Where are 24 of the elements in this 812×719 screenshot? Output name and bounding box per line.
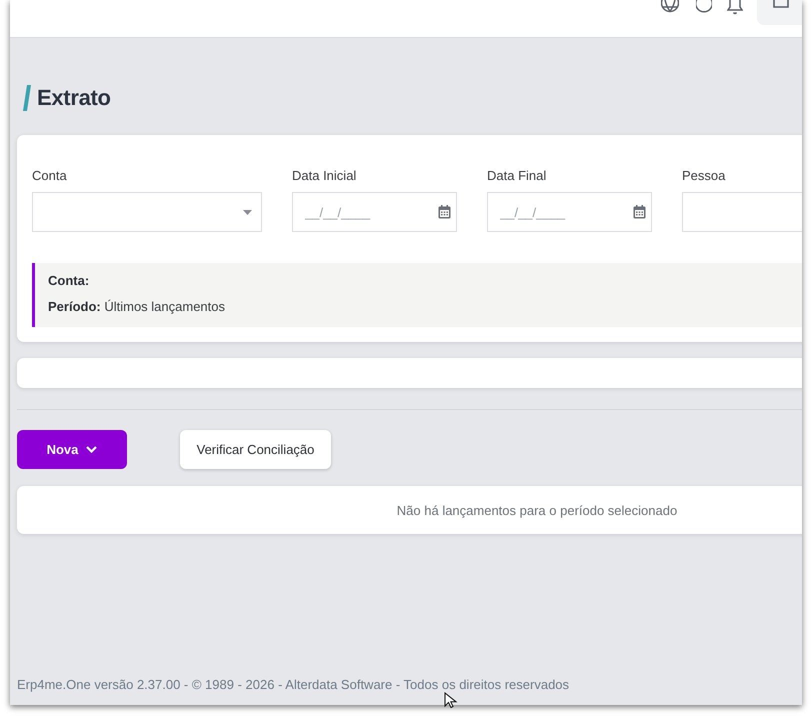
footer-text: Erp4me.One versão 2.37.00 - © 1989 - 2026 - Alterdata Software - Todos os direitos reservados — [17, 677, 570, 693]
cursor-icon — [444, 692, 458, 708]
field-label: Pessoa — [682, 168, 726, 184]
field-label: Conta — [32, 168, 68, 184]
date-field[interactable]: __/__/____ — [292, 192, 457, 232]
ring-icon[interactable] — [696, 0, 712, 13]
slash-icon — [23, 85, 31, 111]
calendar-icon[interactable] — [438, 205, 451, 219]
calendar-icon[interactable] — [633, 205, 646, 219]
chevron-down-icon — [86, 446, 98, 453]
empty-message: Não há lançamentos para o período selecionado — [396, 502, 678, 518]
caret-icon — [243, 210, 252, 214]
field-label: Data Inicial — [292, 168, 358, 184]
summary-text: Conta: — [48, 272, 90, 290]
date-field[interactable]: __/__/____ — [487, 192, 652, 232]
header-button[interactable] — [757, 0, 802, 25]
field-label: Data Final — [487, 168, 548, 184]
summary-text: Período: Últimos lançamentos — [48, 298, 226, 316]
bell-icon[interactable] — [727, 0, 743, 15]
globe-icon[interactable] — [661, 0, 679, 14]
page-title: Extrato — [37, 85, 111, 111]
new-button[interactable]: Nova — [17, 430, 127, 469]
select-field[interactable] — [32, 192, 262, 232]
reconcile-button[interactable]: Verificar Conciliação — [180, 430, 331, 469]
